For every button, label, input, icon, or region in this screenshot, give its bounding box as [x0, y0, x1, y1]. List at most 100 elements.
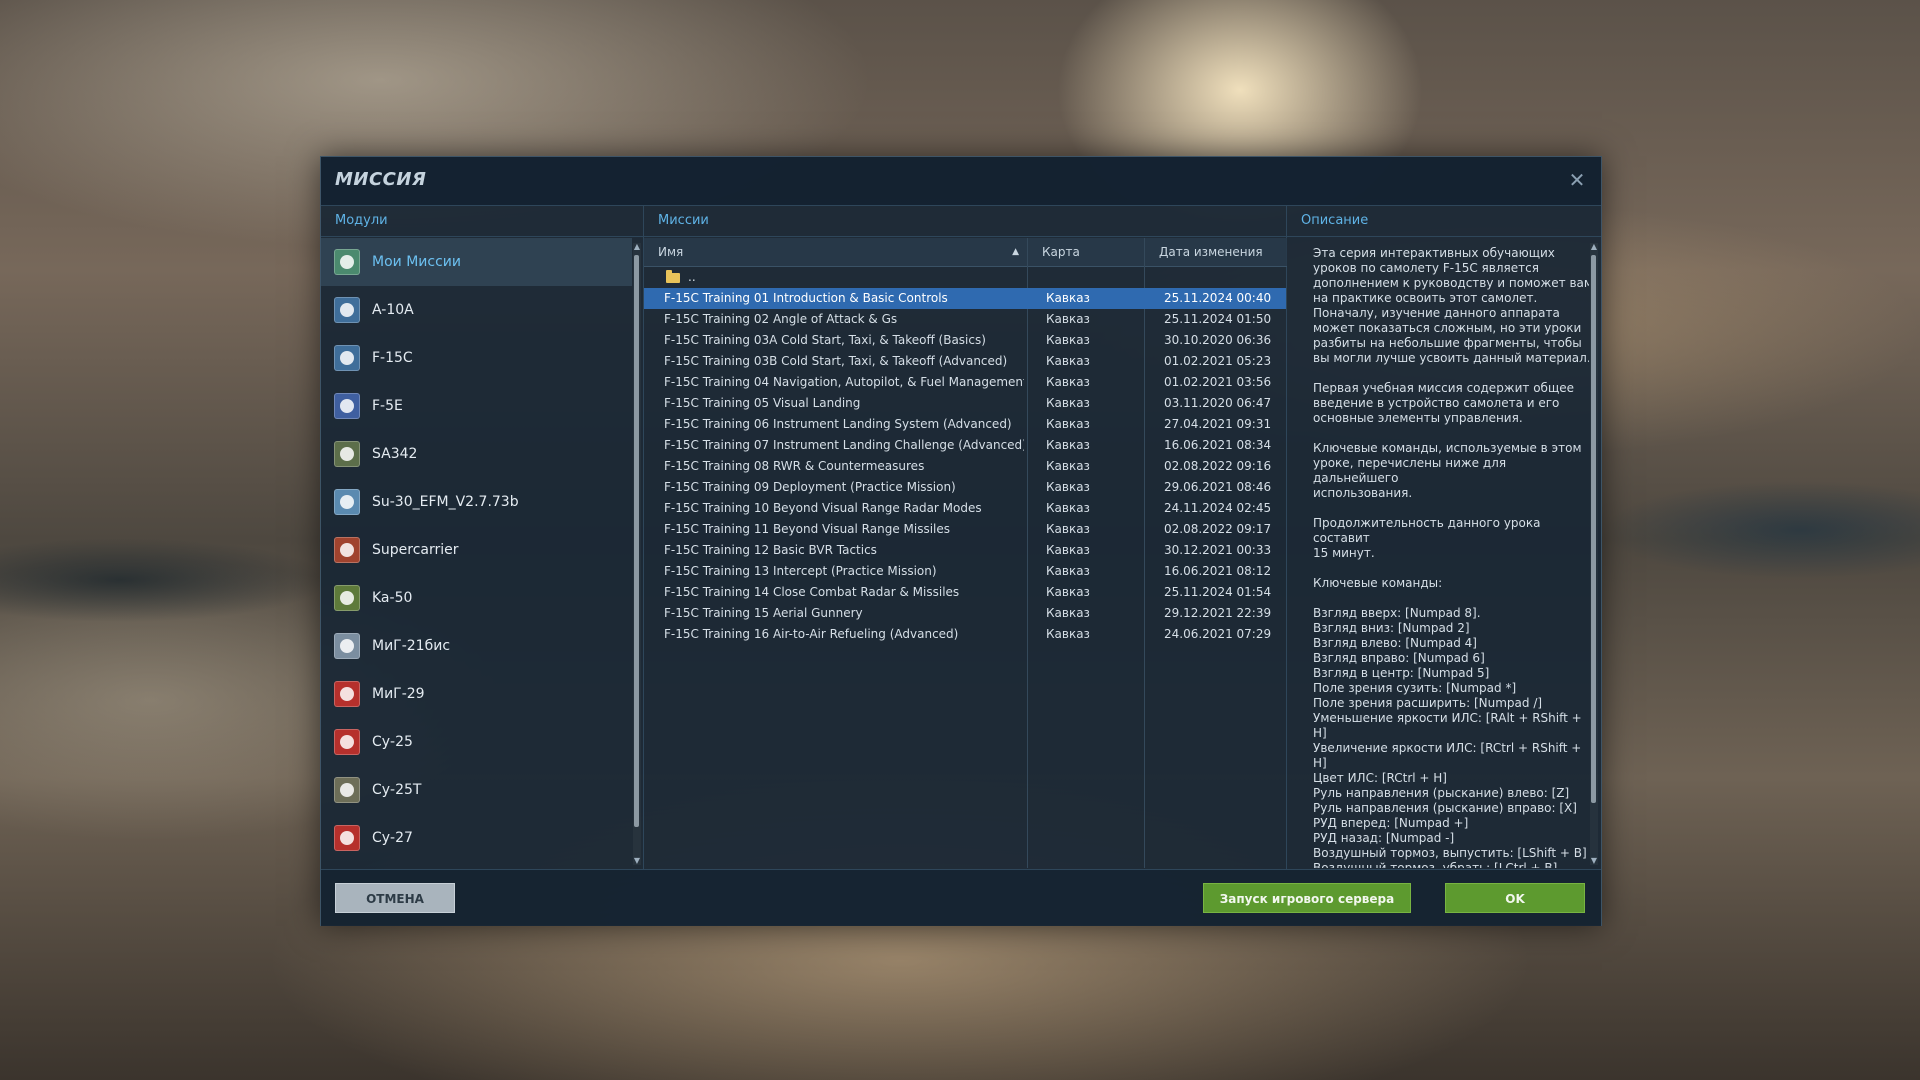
a10a-icon [334, 297, 360, 323]
cancel-button[interactable]: ОТМЕНА [335, 883, 455, 913]
mission-map-cell: Кавказ [1046, 330, 1156, 351]
su25-icon [334, 729, 360, 755]
mission-date-cell: 01.02.2021 05:23 [1164, 351, 1284, 372]
mission-name-cell: F-15C Training 01 Introduction & Basic C… [664, 288, 1024, 309]
mission-row[interactable]: F-15C Training 11 Beyond Visual Range Mi… [644, 519, 1286, 540]
mission-row[interactable]: F-15C Training 06 Instrument Landing Sys… [644, 414, 1286, 435]
module-item[interactable]: Су-27 [321, 814, 632, 862]
mission-name-cell: F-15C Training 07 Instrument Landing Cha… [664, 435, 1024, 456]
mission-map-cell: Кавказ [1046, 456, 1156, 477]
f5e-icon [334, 393, 360, 419]
description-header: Описание [1287, 205, 1601, 237]
module-item[interactable]: F-15C [321, 334, 632, 382]
mission-row[interactable]: F-15C Training 12 Basic BVR TacticsКавка… [644, 540, 1286, 561]
description-scrollbar[interactable]: ▲ ▼ [1590, 243, 1598, 865]
mission-row[interactable]: F-15C Training 14 Close Combat Radar & M… [644, 582, 1286, 603]
module-label: Ka-50 [372, 590, 412, 606]
column-header-date[interactable]: Дата изменения [1145, 238, 1287, 266]
module-label: Su-30_EFM_V2.7.73b [372, 494, 519, 510]
description-scroll-thumb[interactable] [1591, 255, 1596, 803]
scroll-up-icon[interactable]: ▲ [1590, 243, 1598, 251]
module-label: Су-27 [372, 830, 413, 846]
mission-map-cell: Кавказ [1046, 393, 1156, 414]
mission-name-cell: F-15C Training 16 Air-to-Air Refueling (… [664, 624, 1024, 645]
close-icon[interactable]: ✕ [1565, 168, 1589, 192]
module-label: A-10A [372, 302, 414, 318]
column-date-label: Дата изменения [1159, 245, 1263, 259]
mig29-icon [334, 681, 360, 707]
mission-row[interactable]: F-15C Training 04 Navigation, Autopilot,… [644, 372, 1286, 393]
mission-name-cell: F-15C Training 06 Instrument Landing Sys… [664, 414, 1024, 435]
module-item[interactable]: F-5E [321, 382, 632, 430]
mission-date-cell: 30.10.2020 06:36 [1164, 330, 1284, 351]
su30-icon [334, 489, 360, 515]
module-item[interactable]: Su-30_EFM_V2.7.73b [321, 478, 632, 526]
mission-row[interactable]: F-15C Training 05 Visual LandingКавказ03… [644, 393, 1286, 414]
modules-scroll-thumb[interactable] [634, 255, 639, 827]
supercarrier-icon [334, 537, 360, 563]
mission-map-cell: Кавказ [1046, 435, 1156, 456]
dialog-title: МИССИЯ [335, 169, 426, 190]
module-item[interactable]: Мои Миссии [321, 238, 632, 286]
mission-date-cell: 29.06.2021 08:46 [1164, 477, 1284, 498]
start-server-button[interactable]: Запуск игрового сервера [1203, 883, 1411, 913]
mission-map-cell: Кавказ [1046, 519, 1156, 540]
mission-row[interactable]: F-15C Training 03A Cold Start, Taxi, & T… [644, 330, 1286, 351]
modules-scrollbar[interactable]: ▲ ▼ [633, 243, 641, 865]
mission-date-cell: 16.06.2021 08:34 [1164, 435, 1284, 456]
mission-row[interactable]: F-15C Training 16 Air-to-Air Refueling (… [644, 624, 1286, 645]
module-label: F-15C [372, 350, 413, 366]
mission-name-cell: F-15C Training 15 Aerial Gunnery [664, 603, 1024, 624]
mission-row[interactable]: F-15C Training 01 Introduction & Basic C… [644, 288, 1286, 309]
module-label: МиГ-21бис [372, 638, 450, 654]
mission-row[interactable]: F-15C Training 15 Aerial GunneryКавказ29… [644, 603, 1286, 624]
mission-row[interactable]: F-15C Training 07 Instrument Landing Cha… [644, 435, 1286, 456]
mission-date-cell: 29.12.2021 22:39 [1164, 603, 1284, 624]
mission-name-cell: F-15C Training 14 Close Combat Radar & M… [664, 582, 1024, 603]
scroll-down-icon[interactable]: ▼ [633, 857, 641, 865]
module-item[interactable]: МиГ-21бис [321, 622, 632, 670]
mission-date-cell: 02.08.2022 09:17 [1164, 519, 1284, 540]
mission-date-cell: 24.11.2024 02:45 [1164, 498, 1284, 519]
mission-date-cell: 01.02.2021 03:56 [1164, 372, 1284, 393]
mission-row[interactable]: F-15C Training 02 Angle of Attack & GsКа… [644, 309, 1286, 330]
mig21-icon [334, 633, 360, 659]
module-item[interactable]: Су-25Т [321, 766, 632, 814]
module-item[interactable]: МиГ-29 [321, 670, 632, 718]
title-bar: МИССИЯ ✕ [321, 157, 1601, 206]
mission-map-cell: Кавказ [1046, 561, 1156, 582]
mission-row[interactable]: F-15C Training 10 Beyond Visual Range Ra… [644, 498, 1286, 519]
mission-row[interactable]: F-15C Training 13 Intercept (Practice Mi… [644, 561, 1286, 582]
mission-date-cell: 03.11.2020 06:47 [1164, 393, 1284, 414]
scroll-up-icon[interactable]: ▲ [633, 243, 641, 251]
module-label: Мои Миссии [372, 254, 461, 270]
ok-button[interactable]: OK [1445, 883, 1585, 913]
mission-dialog: МИССИЯ ✕ Модули Миссии Описание Мои Мисс… [320, 156, 1602, 926]
module-label: F-5E [372, 398, 403, 414]
mission-name-cell: F-15C Training 02 Angle of Attack & Gs [664, 309, 1024, 330]
mission-row[interactable]: F-15C Training 03B Cold Start, Taxi, & T… [644, 351, 1286, 372]
module-item[interactable]: A-10A [321, 286, 632, 334]
mission-date-cell: 16.06.2021 08:12 [1164, 561, 1284, 582]
modules-list: Мои Миссии A-10A F-15C F-5E SA342 Su-30_EFM_V… [321, 238, 632, 868]
column-header-map[interactable]: Карта [1028, 238, 1144, 266]
module-item[interactable]: Су-25 [321, 718, 632, 766]
my-missions-icon [334, 249, 360, 275]
mission-date-cell: 25.11.2024 00:40 [1164, 288, 1284, 309]
mission-name-cell: F-15C Training 04 Navigation, Autopilot,… [664, 372, 1024, 393]
module-label: МиГ-29 [372, 686, 425, 702]
mission-map-cell: Кавказ [1046, 288, 1156, 309]
column-header-name[interactable]: Имя ▲ [644, 238, 1027, 266]
module-item[interactable]: Ka-50 [321, 574, 632, 622]
mission-name-cell: F-15C Training 08 RWR & Countermeasures [664, 456, 1024, 477]
mission-date-cell: 30.12.2021 00:33 [1164, 540, 1284, 561]
mission-row[interactable]: F-15C Training 09 Deployment (Practice M… [644, 477, 1286, 498]
mission-row[interactable]: F-15C Training 08 RWR & Countermeasures К… [644, 456, 1286, 477]
ka50-icon [334, 585, 360, 611]
scroll-down-icon[interactable]: ▼ [1590, 857, 1598, 865]
folder-icon [666, 273, 680, 283]
module-item[interactable]: SA342 [321, 430, 632, 478]
module-item[interactable]: Supercarrier [321, 526, 632, 574]
parent-folder-row[interactable]: .. [644, 267, 1286, 288]
module-label: Су-25Т [372, 782, 421, 798]
